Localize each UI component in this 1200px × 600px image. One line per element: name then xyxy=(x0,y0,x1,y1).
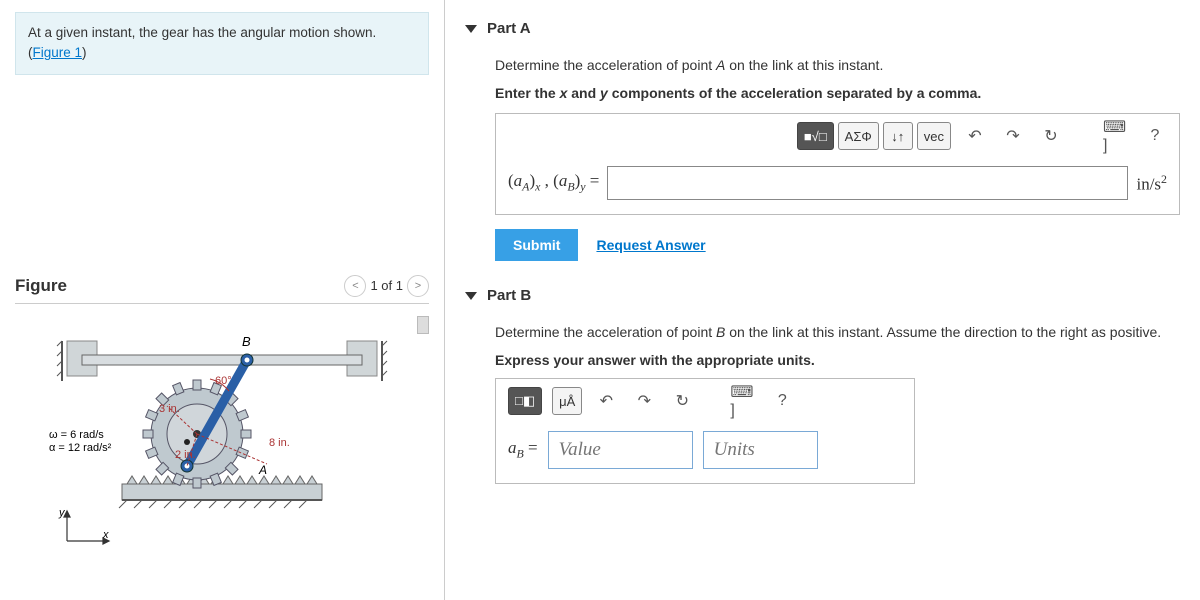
pager-label: 1 of 1 xyxy=(370,278,403,293)
part-b-answer-box: □◧ μÅ ↶ ↷ ↻ ⌨ ] ? aB = xyxy=(495,378,915,484)
keyboard-b-icon[interactable]: ⌨ ] xyxy=(730,387,758,415)
label-alpha: α = 12 rad/s² xyxy=(49,442,112,454)
label-r1: 3 in. xyxy=(159,403,180,415)
label-r2: 2 in. xyxy=(175,449,196,461)
help-b-icon[interactable]: ? xyxy=(768,387,796,415)
vec-button[interactable]: vec xyxy=(917,122,951,150)
units-b-button[interactable]: μÅ xyxy=(552,387,582,415)
part-b-lhs: aB = xyxy=(508,438,538,461)
figure-link[interactable]: Figure 1 xyxy=(33,45,83,60)
redo-icon[interactable]: ↷ xyxy=(999,122,1027,150)
part-a-lhs: (aA)x , (aB)y = xyxy=(508,171,599,194)
scroll-handle[interactable] xyxy=(417,316,429,334)
label-A: A xyxy=(258,463,267,477)
figure-diagram: O xyxy=(37,316,407,546)
figure-pager: < 1 of 1 > xyxy=(344,275,429,297)
reset-b-icon[interactable]: ↻ xyxy=(668,387,696,415)
part-a-answer-box: ■√□ ΑΣΦ ↓↑ vec ↶ ↷ ↻ ⌨ ] ? (aA)x , (aB)y… xyxy=(495,113,1180,215)
part-a-prompt1: Determine the acceleration of point A on… xyxy=(495,57,1180,73)
submit-button[interactable]: Submit xyxy=(495,229,578,261)
pager-next-button[interactable]: > xyxy=(407,275,429,297)
part-b-header[interactable]: Part B xyxy=(465,279,1180,312)
pager-prev-button[interactable]: < xyxy=(344,275,366,297)
help-icon[interactable]: ? xyxy=(1141,122,1169,150)
label-B: B xyxy=(242,334,251,349)
figure-title: Figure xyxy=(15,276,67,296)
templates-button[interactable]: ■√□ xyxy=(797,122,834,150)
part-b-units-input[interactable] xyxy=(703,431,818,469)
part-a-header[interactable]: Part A xyxy=(465,12,1180,45)
part-a-units: in/s2 xyxy=(1136,172,1167,195)
reset-icon[interactable]: ↻ xyxy=(1037,122,1065,150)
part-a-prompt2: Enter the x and y components of the acce… xyxy=(495,85,1180,101)
collapse-icon xyxy=(465,25,477,33)
collapse-icon xyxy=(465,292,477,300)
templates-b-button[interactable]: □◧ xyxy=(508,387,542,415)
subsup-button[interactable]: ↓↑ xyxy=(883,122,913,150)
part-b-prompt2: Express your answer with the appropriate… xyxy=(495,352,1180,368)
keyboard-icon[interactable]: ⌨ ] xyxy=(1103,122,1131,150)
label-omega: ω = 6 rad/s xyxy=(49,429,104,441)
undo-b-icon[interactable]: ↶ xyxy=(592,387,620,415)
label-r3: 8 in. xyxy=(269,437,290,449)
label-x: x xyxy=(102,529,109,541)
problem-intro: At a given instant, the gear has the ang… xyxy=(15,12,429,75)
part-b-value-input[interactable] xyxy=(548,431,693,469)
greek-button[interactable]: ΑΣΦ xyxy=(838,122,879,150)
part-a-title: Part A xyxy=(487,20,531,37)
part-a-answer-input[interactable] xyxy=(607,166,1128,200)
redo-b-icon[interactable]: ↷ xyxy=(630,387,658,415)
part-b-title: Part B xyxy=(487,287,531,304)
intro-text-after: ) xyxy=(82,45,87,60)
undo-icon[interactable]: ↶ xyxy=(961,122,989,150)
request-answer-link[interactable]: Request Answer xyxy=(596,237,705,253)
part-b-prompt1: Determine the acceleration of point B on… xyxy=(495,324,1180,340)
label-angle: 60° xyxy=(215,375,232,387)
